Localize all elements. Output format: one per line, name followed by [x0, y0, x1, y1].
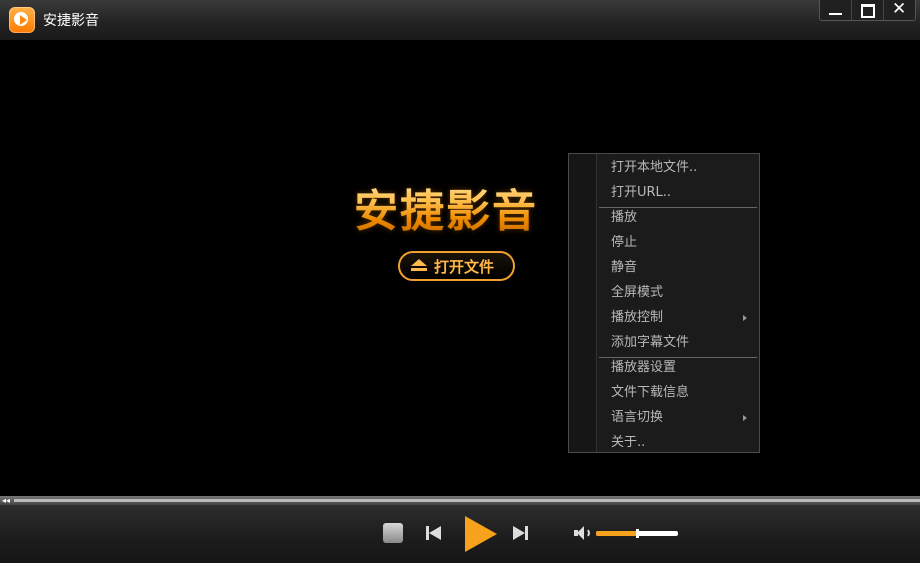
next-icon	[513, 526, 525, 540]
open-file-button[interactable]: 打开文件	[398, 251, 515, 281]
eject-icon	[411, 259, 427, 273]
menu-item-play[interactable]: 播放	[597, 205, 759, 230]
stop-button[interactable]	[383, 523, 403, 543]
volume-handle[interactable]	[636, 529, 639, 538]
menu-item-stop[interactable]: 停止	[597, 230, 759, 255]
context-menu-gutter	[569, 154, 597, 452]
video-area[interactable]: 安捷影音 打开文件	[0, 40, 920, 496]
maximize-icon	[861, 4, 875, 18]
minimize-button[interactable]	[820, 0, 851, 20]
seek-track[interactable]	[14, 499, 920, 502]
volume-fill	[596, 531, 637, 536]
play-icon	[465, 516, 497, 552]
previous-button[interactable]	[426, 525, 442, 541]
window-controls: ✕	[819, 0, 916, 21]
menu-item-open-url[interactable]: 打开URL..	[597, 180, 759, 205]
submenu-arrow-icon	[743, 415, 747, 421]
volume-slider[interactable]	[596, 529, 678, 538]
menu-item-about[interactable]: 关于..	[597, 430, 759, 455]
context-menu: 打开本地文件.. 打开URL.. 播放 停止 静音 全屏模式 播放控制 添加字幕…	[568, 153, 760, 453]
control-bar	[0, 505, 920, 563]
open-file-label: 打开文件	[434, 257, 495, 276]
rewind-icon[interactable]: ◂◂	[2, 496, 10, 505]
menu-item-playback-control[interactable]: 播放控制	[597, 305, 759, 330]
menu-item-download-info[interactable]: 文件下载信息	[597, 380, 759, 405]
menu-item-language[interactable]: 语言切换	[597, 405, 759, 430]
menu-item-add-subtitle[interactable]: 添加字幕文件	[597, 330, 759, 355]
speaker-icon[interactable]	[574, 526, 592, 540]
menu-item-player-settings[interactable]: 播放器设置	[597, 355, 759, 380]
close-button[interactable]: ✕	[883, 0, 915, 20]
close-icon: ✕	[892, 0, 907, 19]
next-button[interactable]	[513, 525, 529, 541]
minimize-icon	[829, 13, 842, 15]
menu-item-open-local-file[interactable]: 打开本地文件..	[597, 155, 759, 180]
window-title: 安捷影音	[43, 13, 99, 29]
player-logo-text: 安捷影音	[354, 175, 538, 239]
menu-item-mute[interactable]: 静音	[597, 255, 759, 280]
title-bar: 安捷影音 ✕	[0, 0, 920, 40]
seek-bar[interactable]: ◂◂	[0, 496, 920, 505]
player-logo-icon	[9, 7, 35, 33]
play-button[interactable]	[463, 516, 497, 552]
menu-item-fullscreen[interactable]: 全屏模式	[597, 280, 759, 305]
maximize-button[interactable]	[851, 0, 883, 20]
submenu-arrow-icon	[743, 315, 747, 321]
